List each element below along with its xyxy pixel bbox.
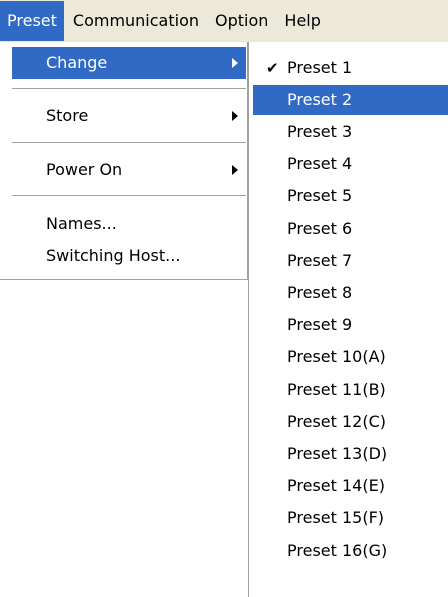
preset-dropdown: Change Store Power On Names... Switching… (0, 42, 248, 280)
submenu-item-preset-10[interactable]: Preset 10(A) (253, 342, 448, 372)
menu-bar: Preset Communication Option Help (0, 0, 448, 43)
submenu-arrow-icon (232, 165, 238, 175)
menu-communication[interactable]: Communication (66, 1, 206, 41)
submenu-item-label: Preset 16(G) (287, 541, 388, 560)
submenu-item-label: Preset 6 (287, 219, 353, 238)
menu-item-power-on-label: Power On (46, 160, 123, 179)
submenu-arrow-icon (232, 58, 238, 68)
submenu-item-label: Preset 1 (287, 58, 353, 77)
submenu-item-preset-16[interactable]: Preset 16(G) (253, 536, 448, 566)
menu-item-names[interactable]: Names... (12, 208, 246, 240)
menu-help[interactable]: Help (277, 1, 327, 41)
menu-item-switching-host-label: Switching Host... (46, 246, 181, 265)
submenu-item-label: Preset 4 (287, 154, 353, 173)
menu-item-switching-host[interactable]: Switching Host... (12, 240, 246, 272)
menu-item-store[interactable]: Store (12, 100, 246, 132)
checkmark-icon: ✔ (266, 59, 279, 77)
submenu-item-label: Preset 15(F) (287, 508, 385, 527)
submenu-item-preset-14[interactable]: Preset 14(E) (253, 471, 448, 501)
submenu-item-label: Preset 14(E) (287, 476, 385, 495)
submenu-item-preset-6[interactable]: Preset 6 (253, 214, 448, 244)
menu-item-change-label: Change (46, 53, 108, 72)
submenu-item-preset-2[interactable]: Preset 2 (253, 85, 448, 115)
menu-preset[interactable]: Preset (0, 1, 64, 41)
menu-item-names-label: Names... (46, 214, 117, 233)
menu-item-power-on[interactable]: Power On (12, 154, 246, 186)
submenu-item-label: Preset 11(B) (287, 380, 386, 399)
separator (12, 142, 246, 144)
submenu-item-preset-4[interactable]: Preset 4 (253, 149, 448, 179)
submenu-item-preset-13[interactable]: Preset 13(D) (253, 439, 448, 469)
submenu-item-preset-15[interactable]: Preset 15(F) (253, 503, 448, 533)
menu-item-store-label: Store (46, 106, 89, 125)
submenu-item-label: Preset 12(C) (287, 412, 386, 431)
submenu-arrow-icon (232, 111, 238, 121)
submenu-item-preset-12[interactable]: Preset 12(C) (253, 407, 448, 437)
submenu-item-preset-1[interactable]: ✔ Preset 1 (253, 53, 448, 83)
menu-option[interactable]: Option (208, 1, 275, 41)
submenu-item-label: Preset 8 (287, 283, 353, 302)
change-submenu: ✔ Preset 1 Preset 2 Preset 3 Preset 4 Pr… (248, 42, 448, 597)
submenu-item-preset-5[interactable]: Preset 5 (253, 181, 448, 211)
submenu-item-label: Preset 7 (287, 251, 353, 270)
separator (12, 88, 246, 90)
submenu-item-preset-8[interactable]: Preset 8 (253, 278, 448, 308)
submenu-item-preset-11[interactable]: Preset 11(B) (253, 375, 448, 405)
submenu-item-label: Preset 3 (287, 122, 353, 141)
menu-item-change[interactable]: Change (12, 47, 246, 79)
submenu-item-label: Preset 13(D) (287, 444, 388, 463)
submenu-item-preset-7[interactable]: Preset 7 (253, 246, 448, 276)
submenu-item-preset-9[interactable]: Preset 9 (253, 310, 448, 340)
submenu-item-preset-3[interactable]: Preset 3 (253, 117, 448, 147)
submenu-item-label: Preset 2 (287, 90, 353, 109)
submenu-item-label: Preset 5 (287, 186, 353, 205)
submenu-item-label: Preset 9 (287, 315, 353, 334)
submenu-item-label: Preset 10(A) (287, 347, 386, 366)
separator (12, 195, 246, 197)
